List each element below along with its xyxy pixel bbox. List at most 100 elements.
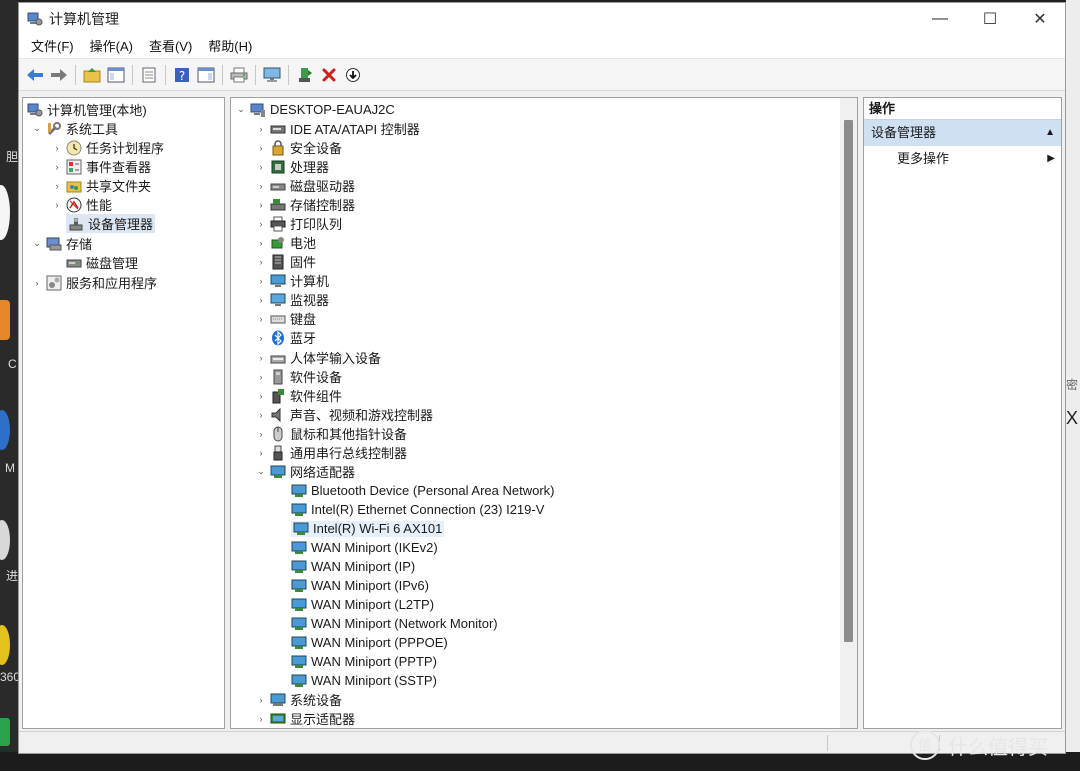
chevron-right-icon[interactable]: › (255, 428, 267, 440)
tree-item-performance[interactable]: › 性能 (51, 195, 112, 214)
menu-help[interactable]: 帮助(H) (200, 35, 260, 59)
device-category-row[interactable]: › 安全设备 (255, 138, 342, 157)
network-adapter-selection[interactable]: Intel(R) Wi-Fi 6 AX101 (291, 520, 445, 537)
device-tree-root[interactable]: ⌄ DESKTOP-EAUAJ2C (235, 100, 395, 119)
chevron-right-icon[interactable]: › (255, 199, 267, 211)
tree-item-selection[interactable]: 设备管理器 (66, 214, 156, 233)
device-category-row[interactable]: › 键盘 (255, 309, 317, 328)
device-category-row[interactable]: › 软件组件 (255, 386, 342, 405)
chevron-right-icon[interactable]: › (255, 275, 267, 287)
update-driver-button[interactable] (293, 64, 316, 86)
chevron-right-icon[interactable]: › (255, 409, 267, 421)
minimize-button[interactable]: — (915, 3, 965, 35)
network-adapter-item[interactable]: WAN Miniport (L2TP) (291, 595, 434, 614)
uninstall-device-button[interactable] (317, 64, 340, 86)
device-category-row[interactable]: › 磁盘驱动器 (255, 176, 356, 195)
chevron-right-icon[interactable]: › (255, 332, 267, 344)
menu-action[interactable]: 操作(A) (82, 35, 141, 59)
collapse-up-icon[interactable]: ▲ (1045, 120, 1055, 146)
chevron-right-icon[interactable]: › (255, 694, 267, 706)
close-button[interactable]: ✕ (1015, 3, 1065, 35)
chevron-down-icon[interactable]: ⌄ (235, 104, 247, 116)
maximize-button[interactable]: ☐ (965, 3, 1015, 35)
chevron-right-icon[interactable]: › (255, 180, 267, 192)
tree-root[interactable]: 计算机管理(本地) (27, 100, 147, 119)
chevron-right-icon[interactable]: › (255, 142, 267, 154)
properties-button[interactable] (137, 64, 160, 86)
network-adapter-item[interactable]: WAN Miniport (PPPOE) (291, 633, 448, 652)
chevron-down-icon[interactable]: ⌄ (255, 466, 267, 478)
device-category-row[interactable]: › 存储控制器 (255, 195, 356, 214)
chevron-right-icon[interactable]: › (51, 142, 63, 154)
device-category-network-adapters[interactable]: ⌄ 网络适配器 (255, 462, 355, 481)
show-hide-tree-button[interactable] (104, 64, 127, 86)
network-adapter-item[interactable]: WAN Miniport (SSTP) (291, 671, 437, 690)
up-button[interactable] (80, 64, 103, 86)
tree-item-task-scheduler[interactable]: › 任务计划程序 (51, 138, 164, 157)
print-button[interactable] (227, 64, 250, 86)
device-category-row[interactable]: › 通用串行总线控制器 (255, 443, 407, 462)
actions-section-device-manager[interactable]: 设备管理器 ▲ (864, 120, 1061, 146)
tree-item-device-manager[interactable]: 设备管理器 (51, 214, 156, 233)
device-category-row[interactable]: › IDE ATA/ATAPI 控制器 (255, 119, 420, 138)
scan-hardware-button[interactable] (341, 64, 364, 86)
chevron-right-icon[interactable]: › (255, 447, 267, 459)
chevron-right-icon[interactable]: › (255, 218, 267, 230)
vertical-scrollbar[interactable] (840, 98, 857, 728)
chevron-right-icon[interactable]: › (255, 390, 267, 402)
chevron-right-icon[interactable]: › (51, 161, 63, 173)
more-actions-item[interactable]: 更多操作 ▶ (864, 146, 1061, 172)
chevron-right-icon[interactable]: › (255, 313, 267, 325)
device-category-row[interactable]: › 电池 (255, 233, 317, 252)
network-adapter-item-selected[interactable]: Intel(R) Wi-Fi 6 AX101 (291, 519, 445, 538)
tree-group-storage[interactable]: ⌄ 存储 (31, 234, 92, 253)
tree-group-services-apps[interactable]: › 服务和应用程序 (31, 273, 157, 292)
device-category-row[interactable]: › 处理器 (255, 157, 329, 176)
menu-file[interactable]: 文件(F) (23, 35, 82, 59)
device-category-row[interactable]: › 固件 (255, 252, 316, 271)
network-adapter-item[interactable]: WAN Miniport (IP) (291, 557, 415, 576)
chevron-right-icon[interactable]: › (255, 294, 267, 306)
device-category-row[interactable]: › 软件设备 (255, 367, 342, 386)
back-button[interactable] (23, 64, 46, 86)
show-hide-action-pane-button[interactable] (194, 64, 217, 86)
network-adapter-item[interactable]: WAN Miniport (IPv6) (291, 576, 429, 595)
device-category-row[interactable]: › 计算机 (255, 271, 329, 290)
device-category-row[interactable]: › 监视器 (255, 290, 329, 309)
device-category-row[interactable]: › 人体学输入设备 (255, 348, 382, 367)
device-category-row[interactable]: › 声音、视频和游戏控制器 (255, 405, 433, 424)
device-category-row[interactable]: › 打印队列 (255, 214, 342, 233)
device-category-row[interactable]: › 鼠标和其他指针设备 (255, 424, 407, 443)
chevron-right-icon[interactable]: › (255, 123, 267, 135)
forward-button[interactable] (47, 64, 70, 86)
tree-item-disk-management[interactable]: 磁盘管理 (51, 253, 138, 272)
storage-controller-icon (270, 198, 286, 210)
chevron-right-icon[interactable]: › (51, 180, 63, 192)
tree-item-shared-folders[interactable]: › 共享文件夹 (51, 176, 152, 195)
chevron-right-icon[interactable]: › (51, 199, 63, 211)
chevron-down-icon[interactable]: ⌄ (31, 238, 43, 250)
device-category-row[interactable]: › 显示适配器 (255, 709, 356, 728)
title-bar[interactable]: 计算机管理 — ☐ ✕ (19, 3, 1065, 35)
scrollbar-thumb[interactable] (844, 120, 853, 642)
chevron-down-icon[interactable]: ⌄ (31, 123, 43, 135)
chevron-right-icon[interactable]: › (255, 371, 267, 383)
network-adapter-item[interactable]: Bluetooth Device (Personal Area Network) (291, 481, 555, 500)
network-adapter-item[interactable]: WAN Miniport (IKEv2) (291, 538, 438, 557)
network-adapter-item[interactable]: Intel(R) Ethernet Connection (23) I219-V (291, 500, 544, 519)
monitor-button[interactable] (260, 64, 283, 86)
chevron-right-icon[interactable]: › (255, 352, 267, 364)
network-adapter-item[interactable]: WAN Miniport (Network Monitor) (291, 614, 498, 633)
chevron-right-icon[interactable]: › (255, 713, 267, 725)
tree-item-event-viewer[interactable]: › 事件查看器 (51, 157, 151, 176)
help-button[interactable]: ? (170, 64, 193, 86)
chevron-right-icon[interactable]: › (31, 277, 43, 289)
menu-view[interactable]: 查看(V) (141, 35, 200, 59)
tree-group-system-tools[interactable]: ⌄ 系统工具 (31, 119, 118, 138)
chevron-right-icon[interactable]: › (255, 237, 267, 249)
chevron-right-icon[interactable]: › (255, 256, 267, 268)
device-category-row[interactable]: › 系统设备 (255, 690, 342, 709)
chevron-right-icon[interactable]: › (255, 161, 267, 173)
network-adapter-item[interactable]: WAN Miniport (PPTP) (291, 652, 437, 671)
device-category-row[interactable]: › 蓝牙 (255, 328, 316, 347)
